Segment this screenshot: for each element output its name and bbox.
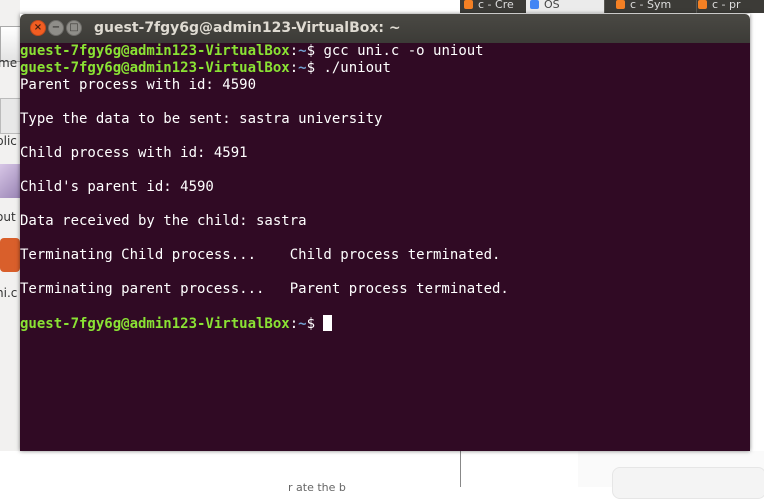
browser-tab[interactable]: c - pr (694, 0, 764, 13)
page-card (612, 467, 764, 499)
prompt-separator: : (289, 43, 299, 59)
browser-tab-label: c - Sym (630, 0, 672, 11)
browser-tab-active[interactable]: OS (526, 0, 605, 13)
stack-overflow-icon (616, 0, 625, 9)
image-file-icon[interactable] (0, 164, 20, 198)
terminal-window[interactable]: × − □ guest-7fgy6g@admin123-VirtualBox: … (20, 14, 750, 451)
document-icon[interactable] (0, 98, 20, 134)
desktop-label: me (0, 56, 18, 70)
output-line: Child process with id: 4591 (20, 145, 248, 161)
browser-tab-label: c - Cre (478, 0, 514, 11)
browser-tab[interactable]: c - Sym (612, 0, 697, 13)
close-window-button[interactable]: × (30, 20, 46, 36)
browser-tab[interactable]: c - Cre (460, 0, 531, 13)
prompt-path: ~ (298, 316, 307, 332)
desktop-label: ni.c (0, 286, 18, 300)
browser-page-background: r ate the b (0, 451, 764, 499)
browser-page-edge (750, 13, 764, 487)
text-cursor (323, 315, 333, 331)
page-divider (460, 451, 461, 487)
browser-tab-label: OS (544, 0, 560, 11)
prompt-symbol: $ (306, 316, 324, 332)
terminal-command-line: guest-7fgy6g@admin123-VirtualBox:~$ ./un… (20, 60, 509, 77)
output-line: Type the data to be sent: sastra univers… (20, 111, 383, 127)
desktop-background: me blic out ni.c (0, 0, 20, 487)
terminal-output-area[interactable]: guest-7fgy6g@admin123-VirtualBox:~$ gcc … (20, 43, 750, 451)
desktop-label: blic (0, 134, 17, 148)
prompt-path: ~ (298, 60, 307, 76)
terminal-prompt-line[interactable]: guest-7fgy6g@admin123-VirtualBox:~$ (20, 315, 509, 332)
prompt-symbol: $ (306, 43, 324, 59)
prompt-separator: : (289, 316, 299, 332)
prompt-separator: : (289, 60, 299, 76)
stack-overflow-icon (464, 0, 473, 9)
stack-overflow-icon (698, 0, 707, 9)
browser-tab-label: c - pr (712, 0, 741, 11)
google-icon (530, 0, 539, 9)
window-title: guest-7fgy6g@admin123-VirtualBox: ~ (94, 20, 401, 36)
page-text: r ate the b (288, 481, 346, 494)
prompt-symbol: $ (306, 60, 324, 76)
desktop-label: out (0, 210, 16, 224)
output-line: Parent process with id: 4590 (20, 77, 257, 93)
command-text: gcc uni.c -o uniout (323, 43, 484, 59)
prompt-user-host: guest-7fgy6g@admin123-VirtualBox (20, 316, 290, 332)
command-text: ./uniout (323, 60, 391, 76)
output-line: Terminating parent process... Parent pro… (20, 281, 509, 297)
maximize-window-button[interactable]: □ (66, 20, 82, 36)
browser-tab-strip: c - Cre OS c - Sym c - pr (460, 0, 764, 13)
output-line: Child's parent id: 4590 (20, 179, 214, 195)
terminal-command-line: guest-7fgy6g@admin123-VirtualBox:~$ gcc … (20, 43, 509, 60)
prompt-user-host: guest-7fgy6g@admin123-VirtualBox (20, 43, 290, 59)
terminal-lines: guest-7fgy6g@admin123-VirtualBox:~$ gcc … (20, 43, 509, 332)
output-line: Data received by the child: sastra (20, 213, 307, 229)
c-source-file-icon[interactable] (0, 238, 20, 272)
minimize-window-button[interactable]: − (48, 20, 64, 36)
output-line: Terminating Child process... Child proce… (20, 247, 501, 263)
window-titlebar[interactable]: × − □ guest-7fgy6g@admin123-VirtualBox: … (20, 14, 750, 43)
prompt-user-host: guest-7fgy6g@admin123-VirtualBox (20, 60, 290, 76)
prompt-path: ~ (298, 43, 307, 59)
